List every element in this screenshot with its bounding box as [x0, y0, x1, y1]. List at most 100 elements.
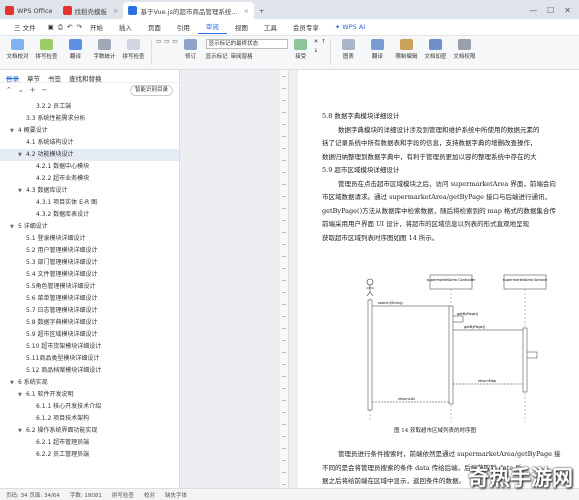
chevron-down-icon[interactable]: ▼ — [10, 221, 18, 233]
spell-check-status[interactable]: 拼写检查 — [112, 491, 134, 499]
tab-find-replace[interactable]: 查找和替换 — [69, 73, 102, 83]
spell-check-abc-button[interactable]: 拼写检查 — [120, 39, 147, 60]
new-tab-button[interactable]: + — [254, 2, 269, 19]
chevron-down-icon[interactable]: ▼ — [18, 425, 26, 437]
toc-item[interactable]: 3.3 系统性能需求分析 — [0, 113, 179, 125]
toc-item[interactable]: ▼ 6.1 软件开发说明 — [0, 389, 179, 401]
toc-item[interactable]: 5.9 超市区域模块详细设计 — [0, 329, 179, 341]
word-count-button[interactable]: 字数统计 — [91, 39, 118, 60]
toc-item-label: 3.2.2 员工端 — [36, 103, 72, 110]
body-text[interactable]: 5.8 数据字典模块详细设计 数据字典模块的详细设计涉及到管理和维护系统中所使用的… — [322, 110, 579, 245]
spell-check-button[interactable]: 拼写检查 — [33, 39, 60, 60]
smart-toc-button[interactable]: 智能识别目录 — [129, 84, 173, 96]
file-menu[interactable]: 三 文件 — [6, 22, 44, 32]
review-pane-button[interactable]: 审阅窗格 — [231, 52, 253, 60]
maximize-icon[interactable]: ☐ — [547, 6, 554, 15]
revise-button[interactable]: 修订 — [180, 39, 202, 60]
proof-status[interactable]: 校对 — [144, 491, 155, 499]
undo-icon[interactable]: ↶ — [67, 23, 72, 31]
chevron-down-icon[interactable]: ▼ — [18, 149, 26, 161]
chevron-down-icon[interactable]: ▼ — [10, 125, 18, 137]
toc-item-label: 4.2.2 超市业务模块 — [36, 175, 90, 182]
wps-ai-button[interactable]: ✦ WPS AI — [327, 23, 373, 31]
toc-item[interactable]: 5.3 部门管理模块详细设计 — [0, 257, 179, 269]
restrict-edit-button[interactable]: 限制编辑 — [393, 39, 420, 60]
toc-item[interactable]: 4.2.2 超市业务模块 — [0, 173, 179, 185]
doc-proofread-button[interactable]: 文档校对 — [4, 39, 31, 60]
toc-item[interactable]: ▼ 5 详细设计 — [0, 221, 179, 233]
save-icon[interactable]: ▣ — [48, 23, 54, 31]
accept-button[interactable]: 接受 — [290, 39, 312, 60]
menu-view[interactable]: 视图 — [227, 22, 256, 32]
toc-item[interactable]: 4.2.1 数据中心模块 — [0, 161, 179, 173]
toc-item[interactable]: 6.1.1 核心开发技术介绍 — [0, 401, 179, 413]
tab-bookmark[interactable]: 书签 — [48, 73, 61, 83]
toc-item[interactable]: 5.8 数据字典模块详细设计 — [0, 317, 179, 329]
toc-item[interactable]: 6.2.1 超市管理员端 — [0, 437, 179, 449]
expand-icon[interactable]: ⌄ — [18, 86, 24, 94]
markup-select[interactable]: 显示标记的最终状态 — [205, 39, 288, 49]
menu-home[interactable]: 开始 — [82, 22, 111, 32]
menu-member[interactable]: 会员专享 — [285, 22, 327, 32]
menu-review[interactable]: 审阅 — [197, 21, 227, 34]
chevron-down-icon[interactable]: ▼ — [18, 185, 26, 197]
toc-item[interactable]: 5.2 用户管理模块详细设计 — [0, 245, 179, 257]
menu-page[interactable]: 页面 — [140, 22, 169, 32]
print-icon[interactable]: ⎙ — [58, 23, 63, 32]
sequence-diagram: supermarketArea Controller supermarketAr… — [366, 274, 547, 422]
toc-item[interactable]: ▼ 6 系统实现 — [0, 377, 179, 389]
tab-template[interactable]: 找稻壳模板 × — [58, 2, 124, 19]
toc-item[interactable]: 5.11商品类型模块详细设计 — [0, 353, 179, 365]
previous-icon[interactable]: ↑ — [321, 39, 326, 45]
menu-tools[interactable]: 工具 — [256, 22, 285, 32]
delete-comment-icon[interactable]: ▭ — [172, 39, 177, 45]
toc-item[interactable]: 4.3.1 项目实体 E-R 图 — [0, 197, 179, 209]
word-count[interactable]: 字数: 18081 — [70, 491, 102, 499]
tab-document[interactable]: 基于Vue.js的超市商品管理系统... × — [123, 2, 255, 19]
toc-item[interactable]: ▼ 4.3 数据库设计 — [0, 185, 179, 197]
tab-chapter[interactable]: 章节 — [27, 73, 40, 83]
toc-item[interactable]: 6.1.2 项目技术架构 — [0, 413, 179, 425]
toc-item[interactable]: 4.1 系统结构设计 — [0, 137, 179, 149]
minimize-icon[interactable]: — — [529, 6, 537, 15]
chevron-down-icon[interactable]: ▼ — [10, 377, 18, 389]
close-icon[interactable]: × — [244, 7, 249, 15]
remove-icon[interactable]: − — [42, 86, 48, 94]
toc-item[interactable]: 6.2.2 员工管理员端 — [0, 449, 179, 461]
chevron-down-icon[interactable]: ▼ — [18, 389, 26, 401]
next-icon[interactable]: ↓ — [314, 48, 319, 54]
toc-item[interactable]: 5.1 登录模块详细设计 — [0, 233, 179, 245]
toc-item[interactable]: 5.12 商品档案模块详细设计 — [0, 365, 179, 377]
show-markup-button[interactable]: 显示标记 — [206, 52, 228, 60]
comment-icon[interactable]: ▭ — [164, 39, 169, 45]
doc-encrypt-button[interactable]: 文档加密 — [422, 39, 449, 60]
reject-icon[interactable]: ✕ — [314, 39, 319, 45]
toc-item[interactable]: 3.2.2 员工端 — [0, 101, 179, 113]
add-icon[interactable]: + — [30, 86, 36, 94]
close-window-icon[interactable]: ✕ — [564, 6, 571, 15]
page-indicator[interactable]: 页码: 34 页面: 34/64 — [6, 491, 60, 499]
comment-icon[interactable]: ▭ — [156, 39, 161, 45]
toc-item[interactable]: 5.5角色管理模块详细设计 — [0, 281, 179, 293]
toc-item[interactable]: 5.4 文件管理模块详细设计 — [0, 269, 179, 281]
toc-item[interactable]: 5.6 菜单管理模块详细设计 — [0, 293, 179, 305]
menu-insert[interactable]: 插入 — [111, 22, 140, 32]
translate-doc-button[interactable]: 翻译 — [364, 39, 391, 60]
toc-item[interactable]: ▼ 6.2 操作系统界面功能实现 — [0, 425, 179, 437]
toc-item[interactable]: ▼ 4.2 功能模块设计 — [0, 149, 179, 161]
toc-item[interactable]: 5.10 超市货架模块详细设计 — [0, 341, 179, 353]
tab-wps-office[interactable]: WPS Office — [0, 2, 58, 19]
toc-item[interactable]: ▼ 4 概要设计 — [0, 125, 179, 137]
chart-button[interactable]: 图表 — [335, 39, 362, 60]
tab-toc[interactable]: 目录 — [6, 73, 19, 83]
collapse-icon[interactable]: ⌃ — [6, 86, 12, 94]
toc-item[interactable]: 4.3.2 数据库表设计 — [0, 209, 179, 221]
menu-reference[interactable]: 引用 — [169, 22, 198, 32]
close-icon[interactable]: × — [113, 7, 118, 15]
toc-item[interactable]: 5.7 日志管理模块详细设计 — [0, 305, 179, 317]
translate-button[interactable]: 翻译 — [62, 39, 89, 60]
document-page[interactable]: 5.8 数据字典模块详细设计 数据字典模块的详细设计涉及到管理和维护系统中所使用的… — [298, 70, 579, 488]
missing-font-status[interactable]: 缺失字体 — [165, 491, 187, 499]
doc-permission-button[interactable]: 文档权限 — [451, 39, 478, 60]
